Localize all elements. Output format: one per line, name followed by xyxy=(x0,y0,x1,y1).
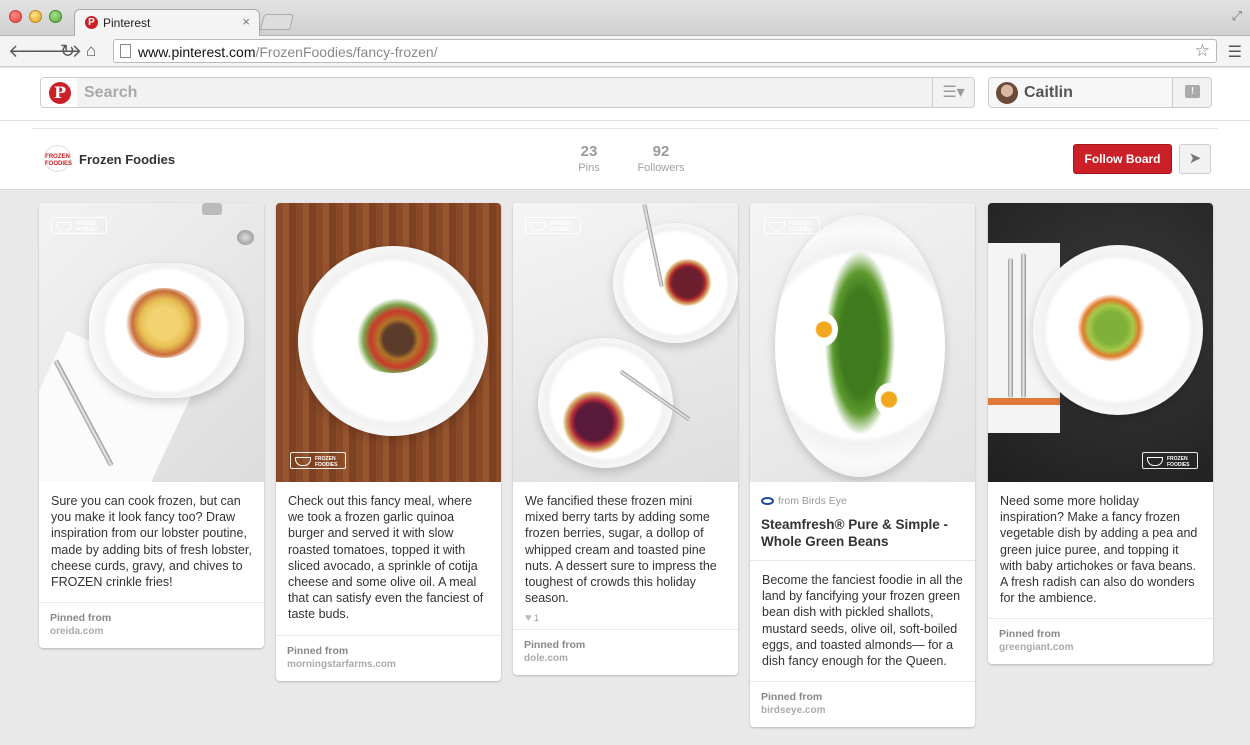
frozen-foodies-watermark: FROZEN FOODIES xyxy=(525,217,581,234)
pins-count: 23 xyxy=(580,143,598,160)
new-tab-button[interactable] xyxy=(259,14,295,30)
frozen-foodies-watermark: FROZEN FOODIES xyxy=(764,217,820,234)
frozen-foodies-watermark: FROZEN FOODIES xyxy=(1142,452,1198,469)
rich-pin-source[interactable]: from Birds Eye xyxy=(750,482,975,507)
pinned-from[interactable]: Pinned from dole.com xyxy=(513,629,738,675)
categories-menu-icon[interactable]: ☰▾ xyxy=(932,77,975,108)
pinned-from[interactable]: Pinned from greengiant.com xyxy=(988,618,1213,664)
page-icon xyxy=(120,44,131,58)
pin-description: Check out this fancy meal, where we took… xyxy=(288,494,484,622)
user-profile-button[interactable]: Caitlin xyxy=(988,77,1173,108)
pinterest-logo-icon: P xyxy=(49,82,71,104)
rich-pin-title[interactable]: Steamfresh® Pure & Simple - Whole Green … xyxy=(750,507,975,561)
pin-image[interactable]: FROZEN FOODIES xyxy=(988,203,1213,482)
followers-label: Followers xyxy=(637,162,685,174)
pin-image[interactable]: FROZEN FOODIES xyxy=(39,203,264,482)
pin-source-link[interactable]: birdseye.com xyxy=(761,705,964,716)
berry-tart xyxy=(558,386,630,458)
pin-description: Become the fanciest foodie in all the la… xyxy=(762,573,963,669)
pin-image[interactable]: FROZEN FOODIES xyxy=(276,203,501,482)
pins-stat[interactable]: 23 Pins xyxy=(574,143,604,174)
url-text[interactable]: www.pinterest.com/FrozenFoodies/fancy-fr… xyxy=(138,44,438,60)
zoom-window-button[interactable] xyxy=(49,10,62,23)
follow-board-button[interactable]: Follow Board xyxy=(1073,144,1172,174)
pinned-from[interactable]: Pinned from morningstarfarms.com xyxy=(276,634,501,681)
soft-boiled-egg xyxy=(810,313,838,346)
frozen-foodies-watermark: FROZEN FOODIES xyxy=(51,217,107,234)
divider xyxy=(32,128,1218,129)
pin-description: Sure you can cook frozen, but can you ma… xyxy=(51,494,252,590)
notifications-button[interactable]: ! xyxy=(1172,77,1212,108)
close-window-button[interactable] xyxy=(9,10,22,23)
birds-eye-logo-icon xyxy=(761,497,774,506)
frozen-foodies-watermark: FROZEN FOODIES xyxy=(290,452,346,469)
board-owner-logo[interactable]: FROZEN FOODIES xyxy=(44,145,72,172)
board-name[interactable]: Frozen Foodies xyxy=(79,152,175,167)
soft-boiled-egg xyxy=(875,383,903,416)
home-icon[interactable]: ⌂ xyxy=(86,40,96,62)
pin-source-link[interactable]: morningstarfarms.com xyxy=(287,659,490,670)
bookmark-star-icon[interactable]: ☆ xyxy=(1195,41,1210,61)
pinterest-header: P ☰▾ Caitlin ! xyxy=(0,68,1250,121)
quinoa-burger xyxy=(346,298,441,373)
pin-description: Need some more holiday inspiration? Make… xyxy=(1000,494,1198,606)
tab-close-icon[interactable]: × xyxy=(242,14,250,29)
followers-stat[interactable]: 92 Followers xyxy=(636,143,686,174)
pepper-shaker xyxy=(237,230,254,245)
pinterest-logo-button[interactable]: P xyxy=(40,77,78,108)
salt-shaker xyxy=(202,203,222,215)
pinned-from[interactable]: Pinned from oreida.com xyxy=(39,602,264,648)
browser-titlebar: P Pinterest × ⤢ xyxy=(0,0,1250,37)
user-name: Caitlin xyxy=(1024,84,1073,101)
pins-label: Pins xyxy=(578,162,600,174)
pin-card[interactable]: FROZEN FOODIES Sure you can cook frozen,… xyxy=(39,203,264,649)
pinned-from[interactable]: Pinned from birdseye.com xyxy=(750,681,975,727)
tab-title: Pinterest xyxy=(103,16,151,30)
pin-source-link[interactable]: oreida.com xyxy=(50,626,253,637)
board-header: FROZEN FOODIES Frozen Foodies 23 Pins 92… xyxy=(0,121,1250,190)
pin-source-link[interactable]: dole.com xyxy=(524,653,727,664)
napkin-stripe xyxy=(988,398,1060,405)
fork xyxy=(1008,258,1013,398)
pinterest-favicon-icon: P xyxy=(85,16,98,29)
search-box xyxy=(77,77,933,108)
vegetable-dish xyxy=(1071,288,1151,368)
address-bar[interactable]: www.pinterest.com/FrozenFoodies/fancy-fr… xyxy=(113,39,1217,63)
avatar xyxy=(996,82,1018,104)
pin-image[interactable]: FROZEN FOODIES xyxy=(513,203,738,482)
notifications-icon: ! xyxy=(1185,85,1200,98)
minimize-window-button[interactable] xyxy=(29,10,42,23)
pin-image[interactable]: FROZEN FOODIES xyxy=(750,203,975,482)
reload-icon[interactable]: ↻ xyxy=(60,40,75,62)
followers-count: 92 xyxy=(652,143,670,160)
pin-source-link[interactable]: greengiant.com xyxy=(999,642,1202,653)
search-input[interactable] xyxy=(77,78,897,107)
send-board-button[interactable]: ➤ xyxy=(1179,144,1211,174)
berry-tart xyxy=(660,255,715,310)
pin-card[interactable]: FROZEN FOODIES Need some more holiday in… xyxy=(988,203,1213,665)
knife xyxy=(1021,253,1026,398)
browser-toolbar: 🡐 🡒 ↻ ⌂ www.pinterest.com/FrozenFoodies/… xyxy=(0,36,1250,67)
pin-description: We fancified these frozen mini mixed ber… xyxy=(525,494,717,606)
likes-count[interactable]: ♥ 1 xyxy=(513,612,738,629)
browser-menu-icon[interactable]: ☰ xyxy=(1228,42,1242,62)
heart-icon: ♥ xyxy=(525,612,532,625)
lobster-poutine xyxy=(124,288,204,358)
fullscreen-icon[interactable]: ⤢ xyxy=(1232,8,1242,24)
send-icon: ➤ xyxy=(1188,150,1202,167)
browser-tab[interactable]: P Pinterest × xyxy=(74,9,260,37)
pin-card[interactable]: FROZEN FOODIES from Birds Eye Steamfresh… xyxy=(750,203,975,728)
pin-card[interactable]: FROZEN FOODIES We fancified these frozen… xyxy=(513,203,738,676)
pin-card[interactable]: FROZEN FOODIES Check out this fancy meal… xyxy=(276,203,501,681)
